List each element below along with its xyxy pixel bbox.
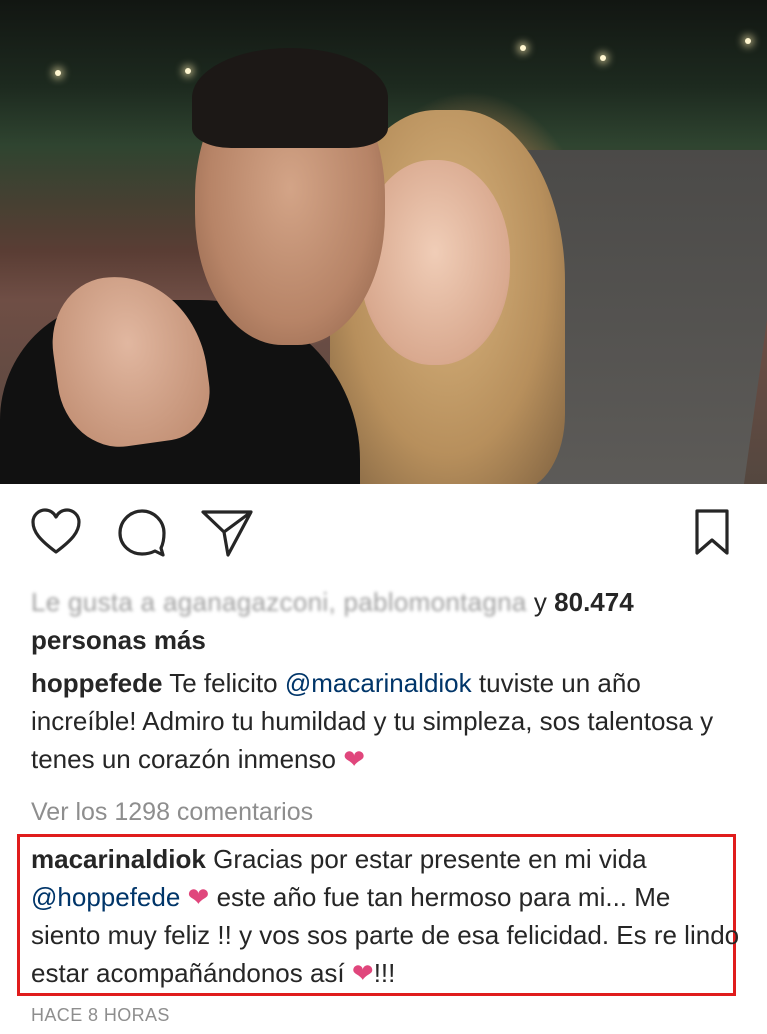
- reply-username[interactable]: macarinaldiok: [31, 844, 206, 874]
- caption-username[interactable]: hoppefede: [31, 668, 162, 698]
- likes-suffix: personas más: [31, 625, 206, 655]
- likes-summary[interactable]: Le gusta a aganagazconi, pablomontagna y…: [31, 583, 741, 659]
- caption-text-start: Te felicito: [169, 668, 278, 698]
- heart-emoji-icon: ❤: [351, 958, 374, 988]
- post-photo[interactable]: [0, 0, 767, 484]
- post-timestamp: HACE 8 HORAS: [31, 1005, 170, 1025]
- post-caption: hoppefede Te felicito @macarinaldiok tuv…: [31, 664, 741, 778]
- caption-mention[interactable]: @macarinaldiok: [285, 668, 472, 698]
- liked-by-names: Le gusta a aganagazconi, pablomontagna: [31, 587, 527, 617]
- post-actions-bar: [0, 500, 767, 570]
- comment-reply: macarinaldiok Gracias por estar presente…: [31, 840, 741, 992]
- photo-light: [185, 68, 191, 74]
- heart-emoji-icon: ❤: [343, 744, 365, 774]
- photo-light: [745, 38, 751, 44]
- photo-light: [55, 70, 61, 76]
- likes-count: 80.474: [554, 587, 634, 617]
- comment-icon[interactable]: [117, 508, 167, 558]
- heart-icon[interactable]: [30, 508, 82, 556]
- share-icon[interactable]: [200, 508, 254, 558]
- photo-man-hair: [192, 48, 388, 148]
- reply-mention[interactable]: @hoppefede: [31, 882, 180, 912]
- photo-light: [520, 45, 526, 51]
- bookmark-icon[interactable]: [694, 508, 730, 556]
- liked-by-conjunction: y: [533, 587, 547, 617]
- reply-text-start: Gracias por estar presente en mi vida: [213, 844, 647, 874]
- photo-light: [600, 55, 606, 61]
- reply-exclamation: !!!: [373, 958, 396, 988]
- heart-emoji-icon: ❤: [187, 882, 210, 912]
- view-comments-link[interactable]: Ver los 1298 comentarios: [31, 796, 741, 828]
